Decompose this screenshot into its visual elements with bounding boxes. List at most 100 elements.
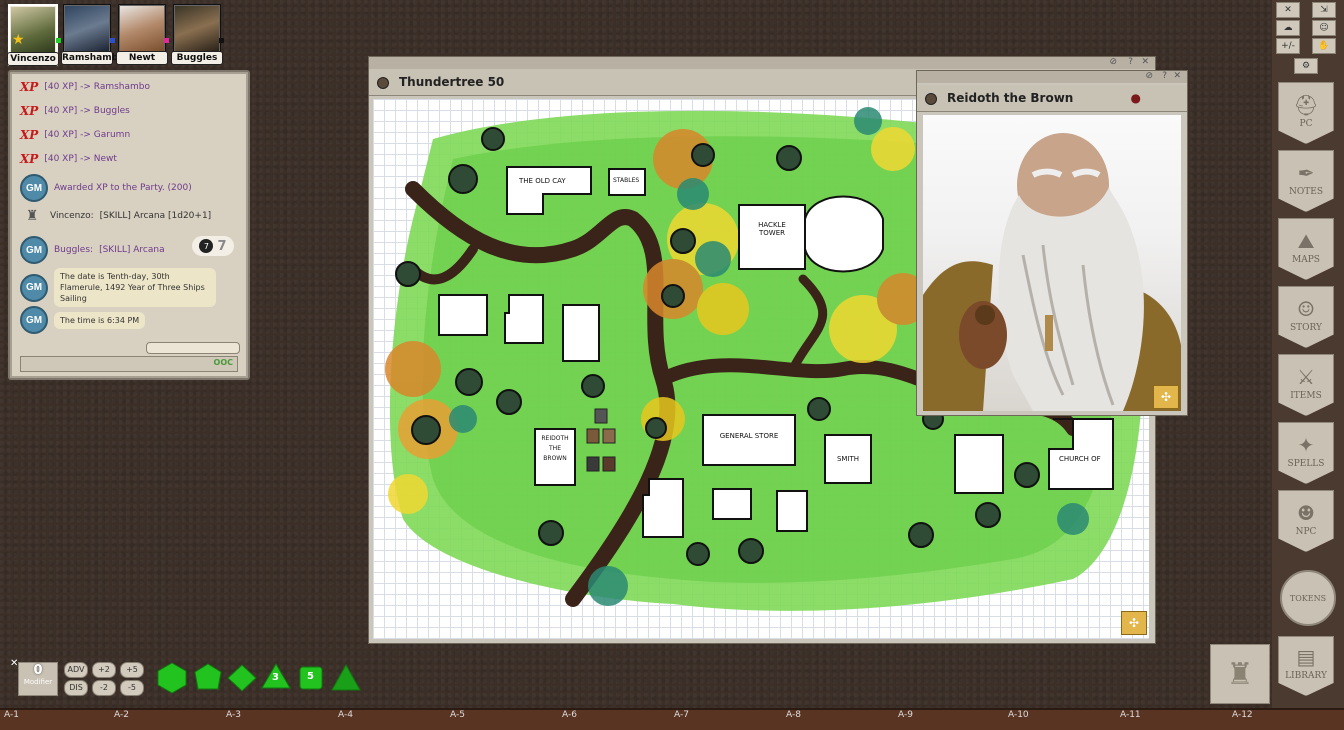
die-icon: 7 [199,239,214,253]
hotbar-slot[interactable]: A-6 [562,710,577,720]
help-icon[interactable]: ? [1128,57,1133,67]
chat-text: [SKILL] Arcana [99,245,165,255]
helmet-icon: ⛑ [1293,93,1319,117]
window-topbar: ⊘ ? ✕ [917,71,1187,83]
tool-button[interactable]: ✕ [1276,2,1300,18]
d12-shape [194,663,222,690]
link-icon[interactable]: ⊘ [1109,57,1117,67]
lock-icon[interactable] [925,93,937,105]
hotbar-slot[interactable]: A-11 [1120,710,1141,720]
chat-input[interactable]: OOC [20,356,238,372]
spellbook-icon: ✦ [1297,433,1315,457]
d10-shape [227,664,257,692]
chat-entry: GM The date is Tenth-day, 30th Flamerule… [20,268,216,307]
hotbar-slot[interactable]: A-2 [114,710,129,720]
sidebar-item-tokens[interactable]: TOKENS [1280,570,1336,626]
xp-icon: XP [20,152,39,166]
d20-shape [157,662,187,694]
chat-entry: XP [40 XP] -> Garumn [20,128,130,142]
sidebar-label: LIBRARY [1285,671,1327,681]
npc-window[interactable]: ⊘ ? ✕ Reidoth the Brown ● ✣ [916,70,1188,416]
tool-button[interactable]: +/- [1276,38,1300,54]
hotbar-slot[interactable]: A-4 [338,710,353,720]
chat-text: [40 XP] -> Garumn [44,130,131,140]
help-icon[interactable]: ? [1162,71,1167,81]
map-label: HACKLE TOWER [758,221,786,237]
tool-button[interactable]: ⇲ [1312,2,1336,18]
modifier-value: 0 [33,663,43,678]
adv-button[interactable]: ADV [64,662,88,678]
status-dot [164,38,169,43]
npc-icon: ☻ [1297,501,1315,525]
chat-mode-select[interactable] [146,342,240,354]
dis-button[interactable]: DIS [64,680,88,696]
portrait-newt[interactable]: Newt [116,4,168,65]
chat-text: [40 XP] -> Newt [44,154,117,164]
sidebar-label: NOTES [1289,187,1323,197]
padlock-icon[interactable]: ● [1131,91,1141,105]
chat-speaker: Vincenzo: [50,211,94,221]
hotbar-slot[interactable]: A-3 [226,710,241,720]
chat-entry: GM The time is 6:34 PM [20,306,146,334]
sidebar-label: TOKENS [1289,593,1327,603]
gm-avatar: GM [20,174,48,202]
portrait-name: Newt [116,51,168,65]
npc-titlebar[interactable]: Reidoth the Brown ● [917,85,1187,112]
portrait-name: Ramshambo [61,51,125,65]
chat-panel: XP [40 XP] -> Ramshambo XP [40 XP] -> Bu… [8,70,250,380]
xp-icon: XP [20,128,39,142]
gear-icon[interactable]: ⚙ [1294,58,1318,74]
hotbar-slot[interactable]: A-12 [1232,710,1253,720]
portrait-buggles[interactable]: Buggles [171,4,223,65]
tool-button[interactable]: ✋ [1312,38,1336,54]
close-icon[interactable]: ✕ [1141,57,1149,67]
map-label: GENERAL STORE [719,432,779,440]
chat-entry: GM Awarded XP to the Party. (200) [20,174,192,202]
dice-result[interactable]: 7 7 [192,236,234,256]
hotbar-slot[interactable]: A-8 [786,710,801,720]
tool-button[interactable]: ☺ [1312,20,1336,36]
mod-minus2-button[interactable]: -2 [92,680,116,696]
share-icon[interactable]: ✣ [1153,385,1179,409]
d4-icon[interactable] [330,662,362,694]
mod-plus5-button[interactable]: +5 [120,662,144,678]
hotbar-slot[interactable]: A-7 [674,710,689,720]
d8-icon[interactable]: 3 [260,662,292,694]
mod-minus5-button[interactable]: -5 [120,680,144,696]
ooc-toggle[interactable]: OOC [214,358,233,367]
d10-icon[interactable] [226,662,258,694]
tower-icon[interactable]: ♜ [1210,644,1270,704]
sidebar-label: PC [1299,119,1313,129]
lock-icon[interactable] [377,77,389,89]
link-icon[interactable]: ⊘ [1145,71,1153,81]
mod-plus2-button[interactable]: +2 [92,662,116,678]
chat-bubble: The time is 6:34 PM [54,311,146,329]
hotbar-slot[interactable]: A-10 [1008,710,1029,720]
share-icon[interactable]: ✣ [1121,611,1147,635]
window-topbar: ⊘ ? ✕ [369,57,1155,69]
hotbar: A-1 A-2 A-3 A-4 A-5 A-6 A-7 A-8 A-9 A-10… [0,708,1344,730]
hotbar-slot[interactable]: A-1 [4,710,19,720]
map-label: THE OLD CAY [519,177,566,185]
tool-button[interactable]: ☁ [1276,20,1300,36]
hotbar-slot[interactable]: A-5 [450,710,465,720]
close-icon[interactable]: ✕ [1173,71,1181,81]
roll-total: 7 [217,238,227,254]
sidebar-label: STORY [1290,323,1322,333]
library-icon: ▤ [1296,645,1316,669]
portrait-vincenzo[interactable]: ★ Vincenzo [7,4,59,66]
modifier-box[interactable]: 0 Modifier [18,662,58,696]
d6-icon[interactable]: 5 [298,662,324,694]
star-icon: ★ [12,32,25,48]
xp-icon: XP [20,80,39,94]
window-title: Thundertree 50 [399,75,505,89]
window-title: Reidoth the Brown [947,91,1074,105]
hotbar-slot[interactable]: A-9 [898,710,913,720]
status-dot [110,38,115,43]
chat-entry: XP [40 XP] -> Ramshambo [20,80,150,94]
portrait-ramshambo[interactable]: Ramshambo [61,4,125,65]
chat-text: [SKILL] Arcana [1d20+1] [99,211,212,221]
gm-avatar: GM [20,306,48,334]
d12-icon[interactable] [192,662,224,694]
d20-icon[interactable] [156,662,188,694]
